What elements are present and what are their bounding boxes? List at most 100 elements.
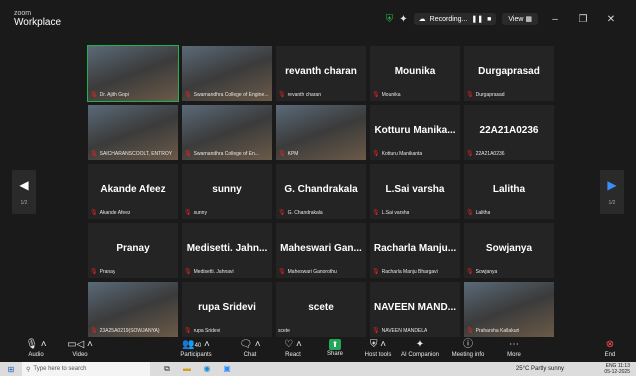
participant-tile[interactable]: NAVEEN MAND... 🎙 NAVEEN MANDELA: [370, 282, 460, 337]
participant-tile[interactable]: 🎙 23A25A0219(SOWJANYA): [88, 282, 178, 337]
mic-muted-icon: 🎙: [372, 328, 380, 334]
minimize-icon[interactable]: –: [544, 14, 566, 25]
participant-label: 🎙 Racharla Manju Bhargavi: [372, 268, 438, 276]
chat-button[interactable]: 🗨 ˄ Chat: [230, 339, 270, 358]
next-page-button[interactable]: ▶ 1/2: [600, 170, 624, 214]
cloud-icon: ☁: [418, 16, 426, 23]
participant-tile[interactable]: Racharla Manju... 🎙 Racharla Manju Bhargav…: [370, 223, 460, 278]
info-icon: ⓘ: [463, 339, 473, 350]
participant-tile[interactable]: Sowjanya 🎙 Sowjanya: [464, 223, 554, 278]
mic-muted-icon: 🎙: [466, 151, 474, 157]
participant-tile[interactable]: 🎙 Dr. Ajith Gopi: [87, 45, 179, 102]
stop-icon[interactable]: ■: [487, 16, 491, 23]
mic-muted-icon: 🎙: [184, 328, 192, 334]
participant-label: 🎙 Akande Afeez: [90, 209, 130, 217]
participant-label-text: Maheswari Ganorothu: [287, 268, 337, 275]
task-view-icon[interactable]: ⧉: [160, 363, 174, 375]
participants-count: 40: [194, 343, 202, 349]
system-tray[interactable]: ENG 11:13 05-12-2025: [604, 363, 630, 375]
participant-tile[interactable]: 🎙 Swarnandhra College of Engine...: [182, 46, 272, 101]
mic-muted-icon: 🎙: [90, 269, 98, 275]
zoom-app-icon[interactable]: ▣: [220, 363, 234, 375]
restore-icon[interactable]: ❐: [572, 14, 594, 25]
participant-label-text: Kotturu Manikanta: [381, 150, 423, 157]
search-placeholder: Type here to search: [33, 366, 87, 372]
mic-muted-icon: 🎙: [278, 92, 286, 98]
participant-tile[interactable]: Maheswari Gan... 🎙 Maheswari Ganorothu: [276, 223, 366, 278]
mic-muted-icon: 🎙: [184, 92, 192, 98]
participant-label: 🎙 Pranay: [90, 268, 115, 276]
share-label: Share: [326, 351, 343, 357]
previous-page-button[interactable]: ◀ 1/2: [12, 170, 36, 214]
participant-label: 🎙 Lalitha: [466, 209, 490, 217]
taskbar-search[interactable]: ⚲ Type here to search: [22, 362, 150, 376]
chevron-right-icon: ▶: [607, 178, 617, 192]
participant-label-text: Swarnandhra College of En...: [193, 150, 259, 157]
mic-muted-icon: 🎙: [184, 269, 192, 275]
mic-muted-icon: 🎙: [90, 210, 98, 216]
participant-tile[interactable]: 🎙 SAICHARANSCOOLT, ENTROY: [88, 105, 178, 160]
weather-widget[interactable]: 25°C Partly sunny: [516, 366, 564, 372]
end-label: End: [604, 352, 616, 358]
participant-tile[interactable]: Mounika 🎙 Mounika: [370, 46, 460, 101]
participant-tile[interactable]: 22A21A0236 🎙 22A21A0236: [464, 105, 554, 160]
security-shield-icon[interactable]: ⛨: [386, 14, 394, 25]
participant-label: 🎙 rupa Sridevi: [184, 327, 220, 335]
participant-name: G. Chandrakala: [284, 184, 358, 195]
participant-name: Mounika: [394, 66, 436, 77]
chat-label: Chat: [243, 352, 257, 358]
participant-label: 🎙 Kotturu Manikanta: [372, 150, 423, 158]
participant-name: Kotturu Manika...: [374, 125, 456, 136]
participant-tile[interactable]: Akande Afeez 🎙 Akande Afeez: [88, 164, 178, 219]
participant-tile[interactable]: Pranay 🎙 Pranay: [88, 223, 178, 278]
participant-tile[interactable]: scete scete: [276, 282, 366, 337]
participant-label-text: Swarnandhra College of Engine...: [193, 91, 269, 98]
participant-tile[interactable]: 🎙 Swarnandhra College of En...: [182, 105, 272, 160]
meeting-info-button[interactable]: ⓘ Meeting info: [448, 339, 488, 358]
participants-button[interactable]: 👥40 ˄ Participants: [176, 339, 216, 358]
ai-companion-button[interactable]: ✦ AI Companion: [400, 339, 440, 358]
participant-label-text: Praharsha Kallakuri: [475, 327, 520, 334]
participant-tile[interactable]: sunny 🎙 sunny: [182, 164, 272, 219]
participant-tile[interactable]: revanth charan 🎙 revanth charan: [276, 46, 366, 101]
app-title: Workplace: [14, 17, 62, 28]
participant-tile[interactable]: Medisetti. Jahn... 🎙 Medisetti. Jahnavi: [182, 223, 272, 278]
mic-muted-icon: 🎙: [278, 151, 286, 157]
camera-icon: ▭◁ ˄: [67, 339, 93, 350]
zoom-window: zoom Workplace ⛨ ✦ ☁ Recording... ❚❚ ■ V…: [0, 0, 636, 376]
recording-indicator[interactable]: ☁ Recording... ❚❚ ■: [413, 13, 497, 25]
share-button[interactable]: ⬆ Share: [315, 339, 355, 357]
participant-name: Pranay: [116, 243, 150, 254]
mic-muted-icon: 🎙: [372, 92, 380, 98]
participant-tile[interactable]: 🎙 Praharsha Kallakuri: [464, 282, 554, 337]
edge-icon[interactable]: ◉: [200, 363, 214, 375]
mic-muted-icon: 🎙: [90, 92, 98, 98]
participant-tile[interactable]: Durgaprasad 🎙 Durgaprasad: [464, 46, 554, 101]
end-button[interactable]: ⊗ End: [590, 339, 630, 358]
participant-label: 🎙 G. Chandrakala: [278, 209, 323, 217]
react-button[interactable]: ♡ ˄ React: [273, 339, 313, 358]
close-icon[interactable]: ✕: [600, 14, 622, 25]
participant-tile[interactable]: Lalitha 🎙 Lalitha: [464, 164, 554, 219]
participant-tile[interactable]: G. Chandrakala 🎙 G. Chandrakala: [276, 164, 366, 219]
participant-tile[interactable]: Kotturu Manika... 🎙 Kotturu Manikanta: [370, 105, 460, 160]
participant-label-text: Sowjanya: [475, 268, 498, 275]
audio-button[interactable]: 🎙 ˄ Audio: [16, 339, 56, 358]
participant-tile[interactable]: rupa Sridevi 🎙 rupa Sridevi: [182, 282, 272, 337]
file-explorer-icon[interactable]: ▬: [180, 363, 194, 375]
video-button[interactable]: ▭◁ ˄ Video: [60, 339, 100, 358]
host-tools-button[interactable]: ⛨ ˄ Host tools: [358, 339, 398, 358]
more-button[interactable]: ⋯ More: [494, 339, 534, 358]
participant-tile[interactable]: 🎙 KPM: [276, 105, 366, 160]
ai-sparkle-icon[interactable]: ✦: [399, 14, 407, 25]
participant-label-text: 22A21A0236: [475, 150, 505, 157]
windows-start-icon[interactable]: ⊞: [0, 365, 22, 374]
participant-name: Durgaprasad: [478, 66, 540, 77]
participant-tile[interactable]: L.Sai varsha 🎙 L.Sai varsha: [370, 164, 460, 219]
participant-grid: 🎙 Dr. Ajith Gopi 🎙 Swarnandhra College of E…: [87, 45, 558, 337]
pause-icon[interactable]: ❚❚: [471, 15, 483, 23]
participant-label: 🎙 L.Sai varsha: [372, 209, 409, 217]
view-button[interactable]: View ▦: [502, 13, 538, 25]
participant-label: 🎙 sunny: [184, 209, 207, 217]
chevron-left-icon: ◀: [19, 178, 29, 192]
